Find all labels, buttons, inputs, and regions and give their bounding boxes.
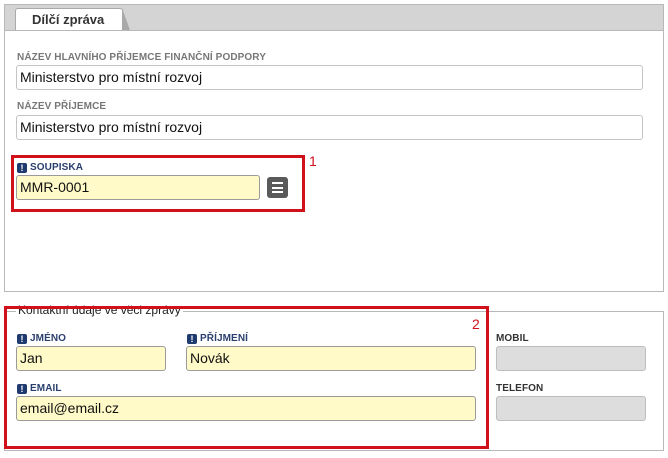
mobile-label: MOBIL bbox=[496, 333, 529, 344]
tab-dilci-zprava[interactable]: Dílčí zpráva bbox=[15, 8, 132, 33]
required-icon: ! bbox=[17, 334, 27, 344]
recipient-field[interactable]: Ministerstvo pro místní rozvoj bbox=[16, 115, 643, 140]
soupiska-label: ! SOUPISKA bbox=[17, 162, 83, 173]
mobile-field[interactable] bbox=[496, 346, 646, 371]
main-recipient-label: NÁZEV HLAVNÍHO PŘÍJEMCE FINANČNÍ PODPORY bbox=[17, 52, 267, 63]
phone-field[interactable] bbox=[496, 396, 646, 421]
required-icon: ! bbox=[17, 384, 27, 394]
first-name-field[interactable]: Jan bbox=[16, 346, 166, 371]
highlight-number-2: 2 bbox=[472, 316, 480, 332]
main-recipient-field[interactable]: Ministerstvo pro místní rozvoj bbox=[16, 65, 643, 90]
first-name-label: ! JMÉNO bbox=[17, 333, 66, 344]
email-label: ! EMAIL bbox=[17, 383, 62, 394]
required-icon: ! bbox=[17, 163, 27, 173]
last-name-label: ! PŘÍJMENÍ bbox=[187, 333, 248, 344]
last-name-field[interactable]: Novák bbox=[186, 346, 476, 371]
soupiska-field[interactable]: MMR-0001 bbox=[16, 175, 260, 200]
highlight-box-2 bbox=[4, 306, 489, 449]
recipient-label: NÁZEV PŘÍJEMCE bbox=[17, 101, 107, 112]
tab-strip: Dílčí zpráva bbox=[4, 4, 664, 33]
soupiska-list-button[interactable] bbox=[267, 177, 288, 198]
phone-label: TELEFON bbox=[496, 383, 544, 394]
list-icon bbox=[272, 182, 283, 184]
email-field[interactable]: email@email.cz bbox=[16, 396, 476, 421]
highlight-number-1: 1 bbox=[309, 153, 317, 169]
required-icon: ! bbox=[187, 334, 197, 344]
